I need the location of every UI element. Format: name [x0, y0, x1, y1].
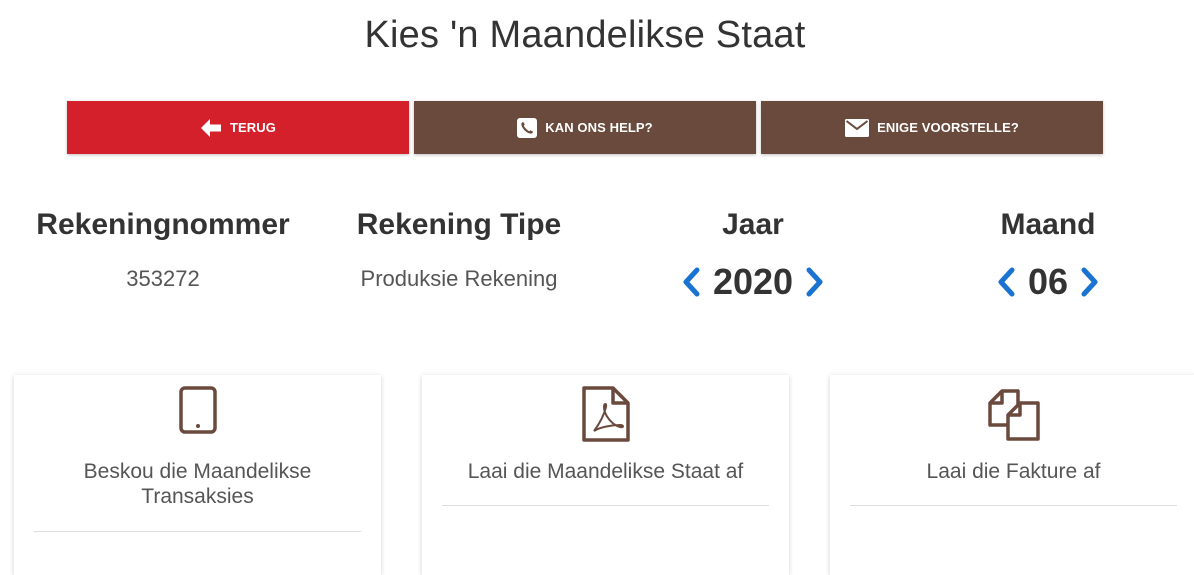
- back-button-label: TERUG: [230, 120, 276, 135]
- tablet-icon: [178, 385, 218, 440]
- view-transactions-label: Beskou die Maandelikse Transaksies: [83, 460, 312, 508]
- year-stepper: 2020: [653, 260, 853, 304]
- year-previous-chevron-left-icon[interactable]: [681, 267, 701, 297]
- month-section: Maand 06: [948, 208, 1148, 304]
- suggestions-button-label: ENIGE VOORSTELLE?: [877, 120, 1019, 135]
- pdf-file-icon: [580, 385, 632, 448]
- card-divider: [442, 505, 769, 506]
- account-type-value: Produksie Rekening: [360, 266, 558, 291]
- year-next-chevron-right-icon[interactable]: [805, 267, 825, 297]
- month-label: Maand: [1000, 208, 1096, 241]
- account-number-section: Rekeningnommer 353272: [33, 208, 293, 292]
- month-next-chevron-right-icon[interactable]: [1080, 267, 1100, 297]
- card-divider: [34, 531, 361, 532]
- account-number-value: 353272: [126, 266, 200, 291]
- back-button[interactable]: TERUG: [67, 101, 409, 154]
- year-value: 2020: [712, 261, 794, 302]
- account-type-label: Rekening Tipe: [356, 208, 562, 241]
- card-divider: [850, 505, 1177, 506]
- suggestions-button[interactable]: ENIGE VOORSTELLE?: [761, 101, 1103, 154]
- year-section: Jaar 2020: [653, 208, 853, 304]
- copy-documents-icon: [984, 385, 1044, 448]
- account-number-label: Rekeningnommer: [36, 208, 290, 241]
- account-type-section: Rekening Tipe Produksie Rekening: [327, 208, 591, 292]
- arrow-left-icon: [200, 118, 222, 138]
- download-invoices-card[interactable]: Laai die Fakture af: [830, 375, 1194, 575]
- help-button-label: KAN ONS HELP?: [545, 120, 653, 135]
- view-transactions-card[interactable]: Beskou die Maandelikse Transaksies: [14, 375, 381, 575]
- year-label: Jaar: [722, 208, 784, 241]
- page-title: Kies 'n Maandelikse Staat: [364, 14, 806, 56]
- download-statement-label: Laai die Maandelikse Staat af: [467, 460, 744, 483]
- envelope-icon: [845, 118, 870, 137]
- month-previous-chevron-left-icon[interactable]: [996, 267, 1016, 297]
- month-stepper: 06: [948, 260, 1148, 304]
- month-value: 06: [1027, 261, 1069, 302]
- phone-icon: [517, 117, 538, 138]
- download-statement-card[interactable]: Laai die Maandelikse Staat af: [422, 375, 789, 575]
- download-invoices-label: Laai die Fakture af: [926, 460, 1101, 483]
- help-button[interactable]: KAN ONS HELP?: [414, 101, 756, 154]
